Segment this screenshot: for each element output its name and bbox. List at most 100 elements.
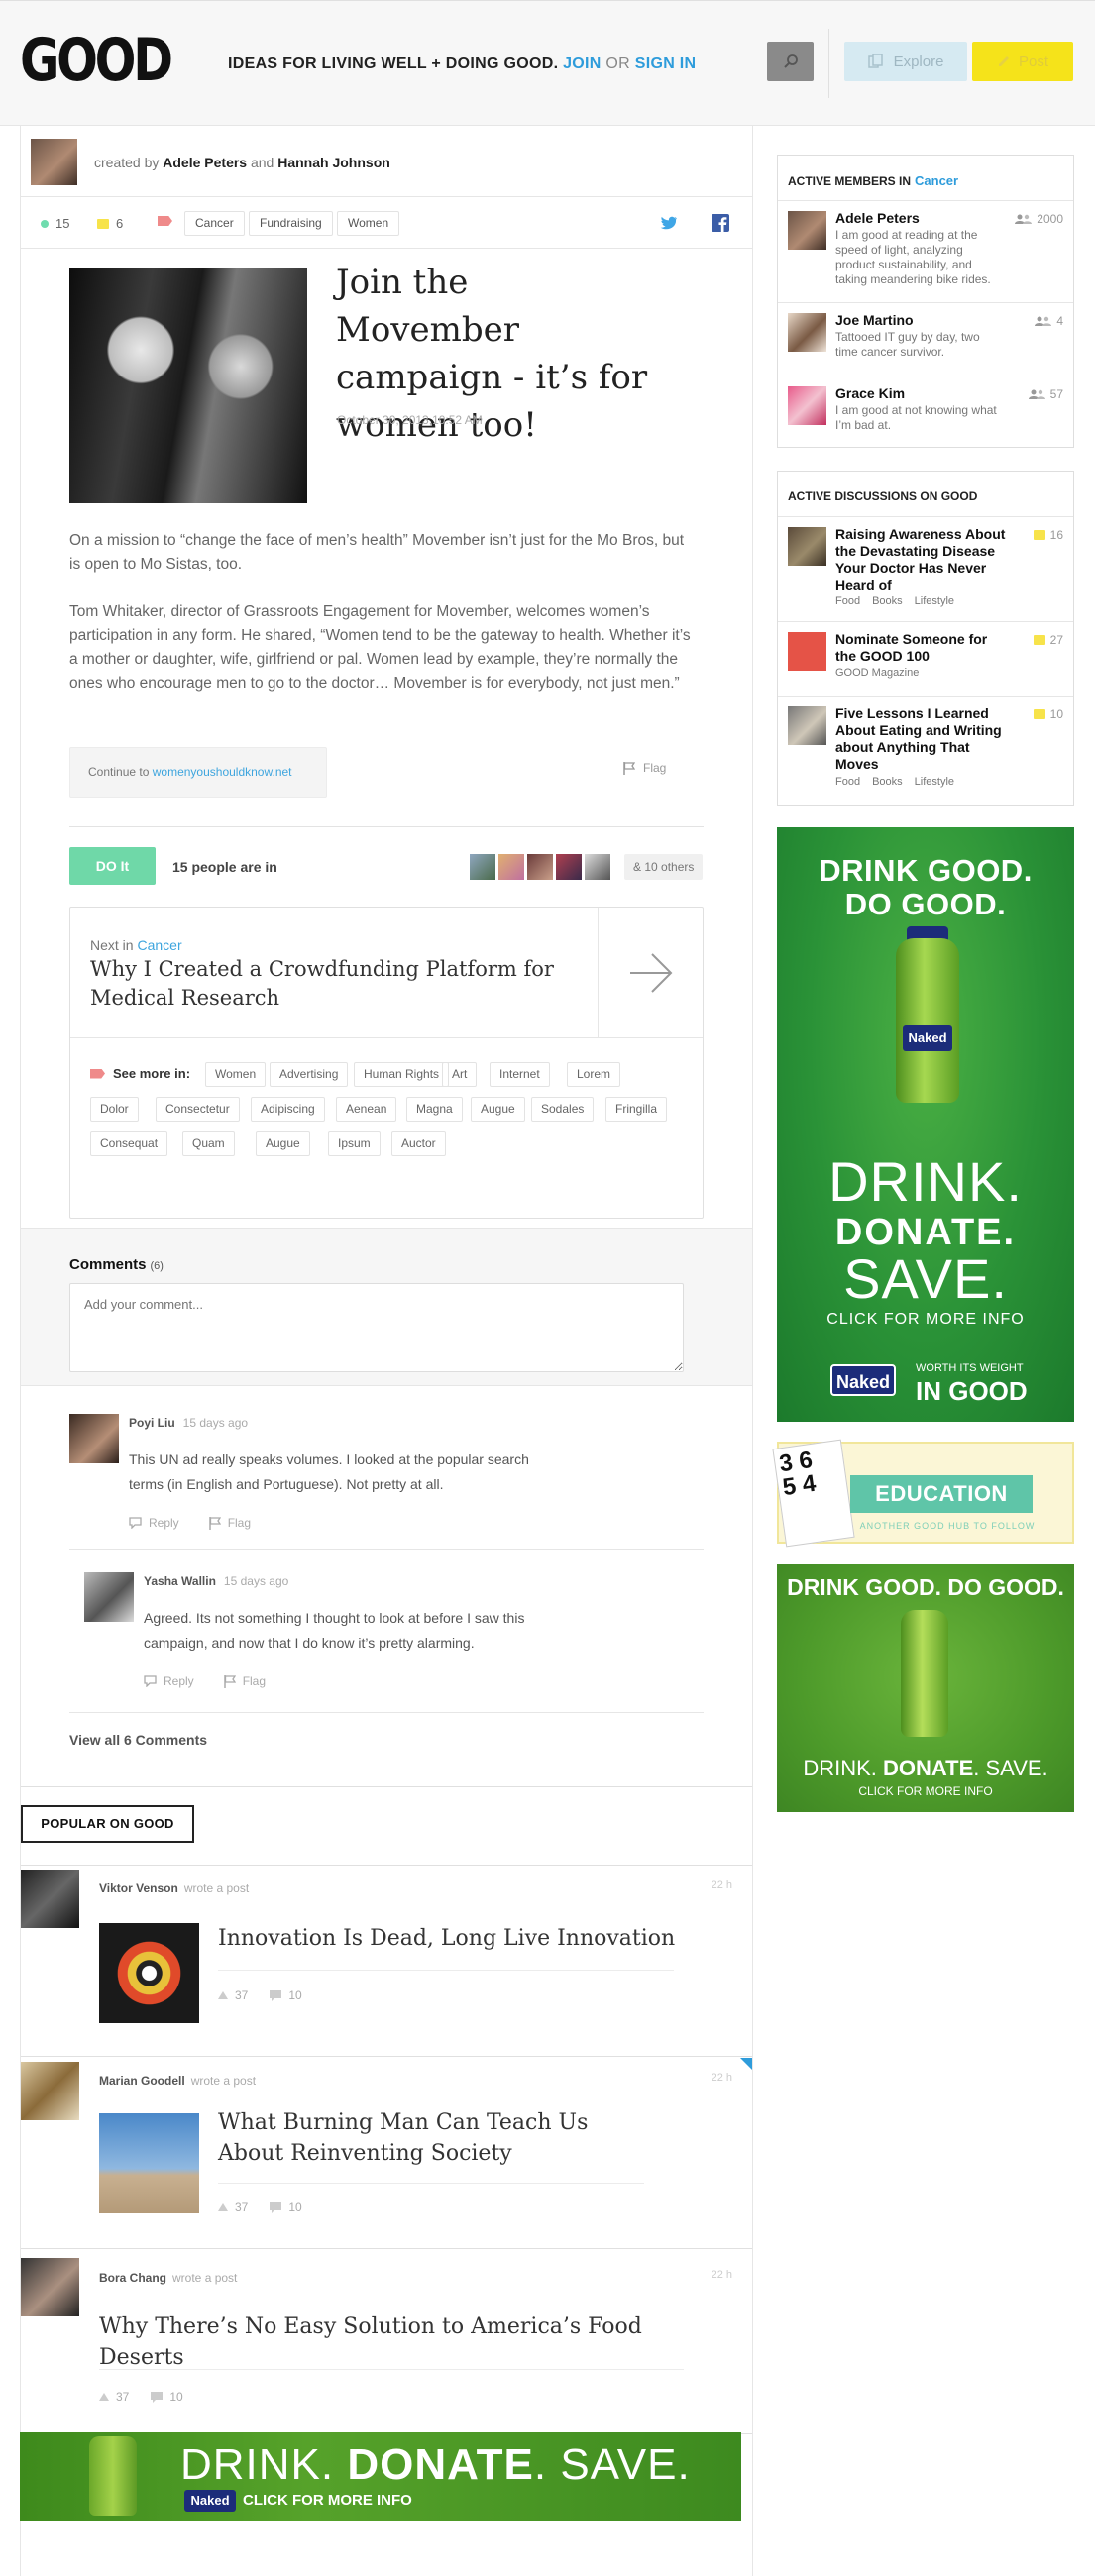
see-more-chip[interactable]: Internet [490, 1062, 550, 1087]
author-link-2[interactable]: Hannah Johnson [277, 155, 390, 170]
member-avatar[interactable] [788, 386, 826, 425]
twitter-icon[interactable] [660, 216, 678, 231]
comment-input[interactable] [69, 1283, 684, 1372]
post-author[interactable]: Viktor Venson [99, 1881, 178, 1895]
participant-avatar[interactable] [585, 854, 610, 880]
article-hero-image[interactable] [69, 268, 307, 503]
reply-button[interactable]: Reply [144, 1674, 194, 1688]
like-button[interactable]: 37 [218, 1988, 248, 2002]
see-more-chip[interactable]: Adipiscing [251, 1097, 325, 1122]
member-name[interactable]: Joe Martino [835, 312, 1012, 329]
member-avatar[interactable] [788, 211, 826, 250]
discussion-thumbnail[interactable] [788, 527, 826, 566]
discussion-tag[interactable]: Lifestyle [915, 776, 954, 788]
post-button[interactable]: Post [972, 42, 1073, 81]
comment-count-button[interactable]: 10 [270, 1988, 302, 2002]
see-more-chip[interactable]: Ipsum [328, 1131, 381, 1156]
discussion-tag[interactable]: Books [872, 776, 903, 788]
good-logo[interactable]: GOOD [20, 29, 173, 92]
member-avatar[interactable] [788, 313, 826, 352]
continue-to-box[interactable]: Continue to womenyoushouldknow.net [69, 747, 327, 798]
flag-comment-button[interactable]: Flag [223, 1674, 266, 1688]
member-row[interactable]: Adele Peters I am good at reading at the… [778, 201, 1073, 303]
see-more-chip[interactable]: Consequat [90, 1131, 168, 1156]
see-more-chip[interactable]: Quam [182, 1131, 235, 1156]
sign-in-link[interactable]: SIGN IN [635, 55, 697, 72]
post-thumbnail[interactable] [99, 1923, 199, 2023]
comments-stat[interactable]: 6 [97, 216, 123, 231]
author-avatar[interactable] [21, 2062, 79, 2120]
author-avatar[interactable] [21, 2258, 79, 2316]
like-button[interactable]: 37 [218, 2200, 248, 2214]
comment-count-button[interactable]: 10 [151, 2390, 183, 2404]
discussion-title[interactable]: Raising Awareness About the Devastating … [835, 526, 1009, 593]
see-more-chip[interactable]: Augue [471, 1097, 525, 1122]
post-title[interactable]: Why There’s No Easy Solution to America’… [99, 2311, 733, 2373]
discussion-row[interactable]: Nominate Someone for the GOOD 100 27 GOO… [778, 622, 1073, 697]
see-more-chip[interactable]: Advertising [270, 1062, 349, 1087]
next-category-link[interactable]: Cancer [137, 937, 181, 953]
post-title[interactable]: Innovation Is Dead, Long Live Innovation [218, 1923, 713, 1954]
popular-on-good-heading[interactable]: POPULAR ON GOOD [21, 1805, 194, 1843]
participant-avatar[interactable] [527, 854, 553, 880]
discussion-row[interactable]: Raising Awareness About the Devastating … [778, 517, 1073, 622]
explore-button[interactable]: Explore [844, 42, 967, 81]
flag-article-link[interactable]: Flag [623, 761, 666, 775]
commenter-name[interactable]: Poyi Liu [129, 1416, 175, 1430]
comment-count-button[interactable]: 10 [270, 2200, 302, 2214]
naked-square-ad[interactable]: DRINK GOOD. DO GOOD. DRINK. DONATE. SAVE… [777, 1564, 1074, 1812]
see-more-chip[interactable]: Sodales [531, 1097, 595, 1122]
facebook-icon[interactable] [712, 214, 729, 232]
see-more-chip[interactable]: Lorem [567, 1062, 621, 1087]
participant-avatar[interactable] [470, 854, 495, 880]
member-row[interactable]: Joe Martino Tattooed IT guy by day, two … [778, 303, 1073, 376]
active-members-category-link[interactable]: Cancer [915, 173, 958, 188]
commenter-avatar[interactable] [84, 1572, 134, 1622]
member-name[interactable]: Grace Kim [835, 385, 1012, 402]
participant-avatar[interactable] [498, 854, 524, 880]
others-count-chip[interactable]: & 10 others [624, 854, 704, 880]
reply-button[interactable]: Reply [129, 1516, 179, 1530]
discussion-thumbnail[interactable] [788, 706, 826, 745]
commenter-avatar[interactable] [69, 1414, 119, 1463]
author-avatar[interactable] [31, 139, 77, 185]
see-more-chip[interactable]: Augue [256, 1131, 310, 1156]
see-more-chip[interactable]: Human Rights [354, 1062, 450, 1087]
post-author[interactable]: Bora Chang [99, 2271, 166, 2285]
people-in-count[interactable]: 15 people are in [172, 859, 277, 875]
discussion-tag[interactable]: Food [835, 595, 860, 607]
next-post-title[interactable]: Why I Created a Crowdfunding Platform fo… [90, 955, 605, 1013]
see-more-chip[interactable]: Women [205, 1062, 267, 1087]
continue-url-link[interactable]: womenyoushouldknow.net [153, 765, 292, 779]
discussion-tag[interactable]: Food [835, 776, 860, 788]
discussion-tag[interactable]: Books [872, 595, 903, 607]
education-hub-promo[interactable]: 3 65 4 EDUCATION ANOTHER GOOD HUB TO FOL… [772, 1439, 1074, 1548]
discussion-title[interactable]: Nominate Someone for the GOOD 100 [835, 631, 1004, 665]
participant-avatar[interactable] [556, 854, 582, 880]
view-all-comments-link[interactable]: View all 6 Comments [69, 1732, 207, 1748]
see-more-chip[interactable]: Aenean [336, 1097, 397, 1122]
join-link[interactable]: JOIN [563, 55, 602, 72]
do-it-button[interactable]: DO It [69, 847, 156, 885]
post-author[interactable]: Marian Goodell [99, 2074, 185, 2088]
tag-chip-women[interactable]: Women [337, 211, 400, 236]
see-more-chip[interactable]: Fringilla [605, 1097, 668, 1122]
next-arrow-button[interactable] [598, 908, 703, 1037]
naked-banner-ad[interactable]: DRINK. DONATE. SAVE. Naked CLICK FOR MOR… [20, 2432, 741, 2521]
discussion-row[interactable]: Five Lessons I Learned About Eating and … [778, 697, 1073, 805]
search-button[interactable] [767, 42, 814, 81]
flag-comment-button[interactable]: Flag [208, 1516, 251, 1530]
post-thumbnail[interactable] [99, 2113, 199, 2213]
author-link-1[interactable]: Adele Peters [163, 155, 247, 170]
post-title[interactable]: What Burning Man Can Teach Us About Rein… [218, 2107, 634, 2169]
discussion-tag[interactable]: Lifestyle [915, 595, 954, 607]
member-row[interactable]: Grace Kim I am good at not knowing what … [778, 376, 1073, 446]
see-more-chip[interactable]: Art [442, 1062, 478, 1087]
member-name[interactable]: Adele Peters [835, 210, 1012, 227]
see-more-chip[interactable]: Dolor [90, 1097, 139, 1122]
discussion-thumbnail[interactable] [788, 632, 826, 671]
naked-tall-ad[interactable]: DRINK GOOD. DO GOOD. Naked DRINK. DONATE… [777, 827, 1074, 1422]
tag-chip-cancer[interactable]: Cancer [184, 211, 245, 236]
see-more-chip[interactable]: Auctor [391, 1131, 446, 1156]
tag-chip-fundraising[interactable]: Fundraising [249, 211, 333, 236]
